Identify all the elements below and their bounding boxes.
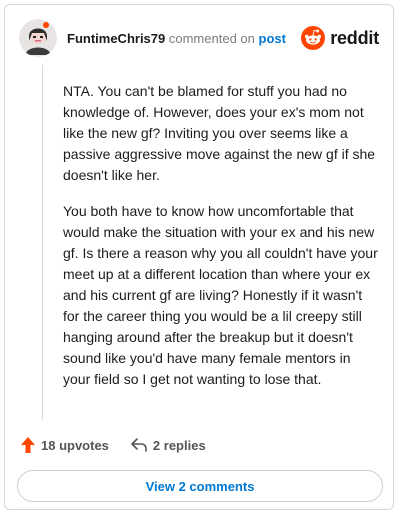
view-comments-button[interactable]: View 2 comments — [17, 470, 383, 502]
reddit-logo[interactable]: reddit — [301, 26, 379, 50]
author-line: FuntimeChris79 commented on post — [67, 31, 286, 46]
comment-body: NTA. You can't be blamed for stuff you h… — [63, 81, 381, 405]
comment-card: FuntimeChris79 commented on post reddit … — [4, 4, 394, 510]
reddit-wordmark: reddit — [330, 27, 379, 48]
thread-line — [42, 65, 43, 420]
reddit-snoo-icon — [301, 26, 326, 50]
comment-stats: 18 upvotes 2 replies — [21, 437, 228, 453]
replies-count: 2 replies — [152, 437, 206, 453]
author-name[interactable]: FuntimeChris79 — [67, 31, 165, 46]
user-avatar[interactable] — [19, 19, 57, 57]
upvote-button[interactable]: 18 upvotes — [21, 437, 109, 453]
reply-arrow-icon — [131, 438, 147, 452]
post-link[interactable]: post — [259, 31, 286, 46]
upvotes-count: 18 upvotes — [41, 437, 109, 453]
commented-on-text: commented on — [168, 30, 255, 46]
comment-paragraph: NTA. You can't be blamed for stuff you h… — [63, 83, 376, 183]
comment-paragraph: You both have to know how uncomfortable … — [63, 203, 378, 387]
replies-button[interactable]: 2 replies — [131, 438, 206, 453]
comment-header: FuntimeChris79 commented on post reddit — [19, 17, 379, 59]
upvote-arrow-icon — [21, 437, 35, 453]
